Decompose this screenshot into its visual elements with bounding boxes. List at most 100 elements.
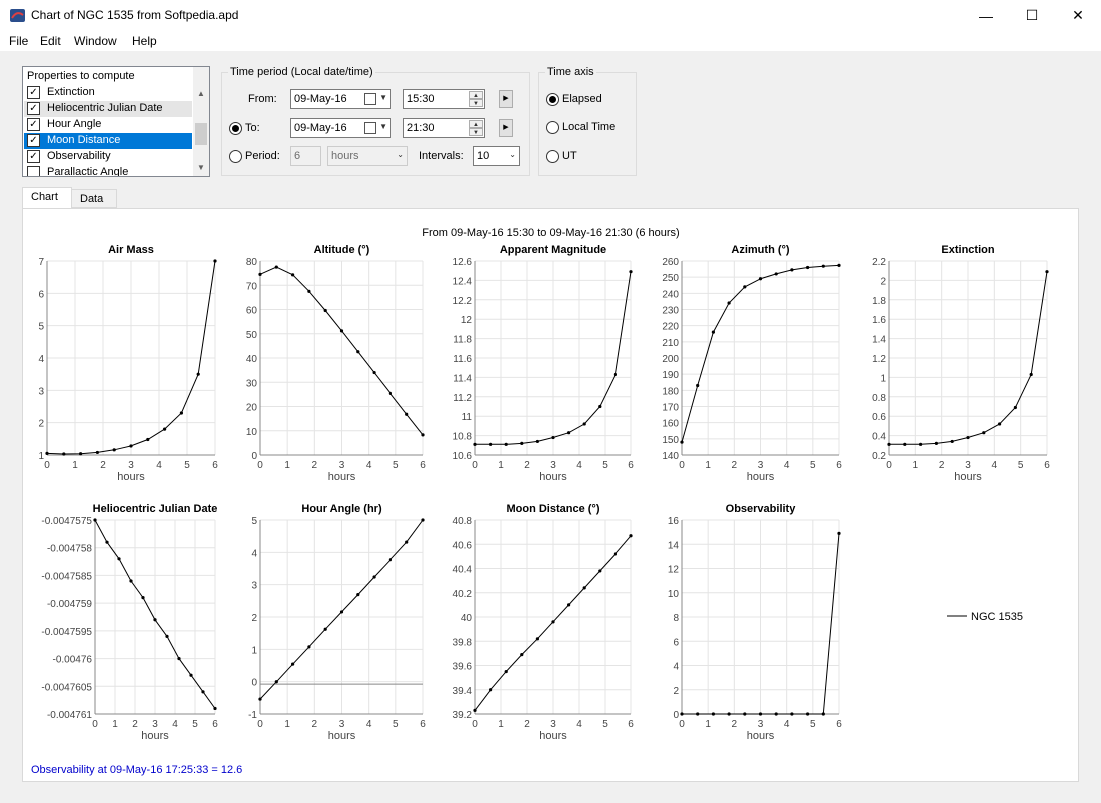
time-spinner-arrows[interactable]: ▲ ▼ — [469, 91, 483, 107]
data-point — [520, 652, 524, 657]
property-checkbox[interactable]: ✓ — [27, 150, 40, 163]
x-tick-label: 2 — [312, 719, 318, 730]
ut-radio[interactable] — [546, 150, 559, 163]
tab-chart[interactable]: Chart — [22, 187, 72, 208]
x-tick-label: 3 — [758, 460, 764, 471]
chart-title: Hour Angle (hr) — [301, 503, 382, 515]
y-tick-label: 7 — [38, 257, 44, 268]
from-label: From: — [248, 93, 277, 105]
x-axis-label: hours — [747, 730, 775, 742]
property-checkbox[interactable]: ✓ — [27, 118, 40, 131]
from-next-button[interactable]: ▶ — [499, 90, 513, 108]
to-radio[interactable] — [229, 122, 242, 135]
data-point — [372, 575, 376, 579]
period-unit-select[interactable]: hours ⌄ — [327, 146, 408, 166]
data-point — [582, 586, 586, 590]
y-tick-label: 0 — [673, 710, 679, 721]
period-value-input[interactable]: 6 — [290, 146, 321, 166]
data-point — [339, 610, 344, 614]
scroll-thumb[interactable] — [195, 123, 207, 145]
menu-window[interactable]: Window — [74, 34, 117, 48]
tab-data[interactable]: Data — [71, 189, 117, 208]
chart-title: Air Mass — [108, 244, 154, 256]
menu-help[interactable]: Help — [132, 34, 157, 48]
y-tick-label: -0.0047585 — [41, 571, 92, 582]
menu-edit[interactable]: Edit — [40, 34, 61, 48]
x-tick-label: 0 — [472, 460, 478, 471]
y-tick-label: 1 — [251, 645, 257, 656]
maximize-icon: ☐ — [1025, 7, 1039, 23]
x-tick-label: 4 — [784, 719, 790, 730]
to-date-picker[interactable]: 09-May-16 ▼ — [290, 118, 391, 138]
data-point — [504, 669, 508, 674]
data-point — [774, 712, 778, 716]
y-tick-label: 60 — [246, 306, 258, 317]
property-item-hour-angle[interactable]: ✓ Hour Angle — [24, 117, 192, 133]
x-tick-label: 6 — [628, 460, 634, 471]
from-time-spinner[interactable]: 15:30 ▲ ▼ — [403, 89, 485, 109]
scroll-up-icon[interactable]: ▲ — [193, 86, 209, 102]
data-point — [821, 264, 825, 268]
data-point — [520, 441, 524, 445]
intervals-select[interactable]: 10 ⌄ — [473, 146, 520, 166]
x-axis-label: hours — [747, 471, 775, 483]
minimize-button[interactable]: — — [963, 0, 1009, 31]
y-tick-label: 12 — [461, 315, 473, 326]
property-item-moon-distance[interactable]: ✓ Moon Distance — [24, 133, 192, 149]
x-tick-label: 2 — [732, 460, 738, 471]
property-checkbox[interactable]: ✓ — [27, 134, 40, 147]
x-tick-label: 0 — [679, 719, 685, 730]
x-tick-label: 2 — [939, 460, 945, 471]
x-tick-label: 0 — [679, 460, 685, 471]
property-item-heliocentric-julian-date[interactable]: ✓ Heliocentric Julian Date — [24, 101, 192, 117]
data-point — [806, 712, 810, 716]
property-label: Hour Angle — [47, 118, 102, 130]
data-point — [743, 712, 747, 716]
y-tick-label: 1.4 — [872, 335, 886, 346]
y-tick-label: -1 — [248, 710, 257, 721]
y-tick-label: 11.2 — [453, 393, 472, 404]
chart-range-header: From 09-May-16 15:30 to 09-May-16 21:30 … — [422, 227, 679, 239]
from-date-picker[interactable]: 09-May-16 ▼ — [290, 89, 391, 109]
property-item-observability[interactable]: ✓ Observability — [24, 149, 192, 165]
property-item-parallactic-angle[interactable]: Parallactic Angle — [24, 165, 192, 176]
y-tick-label: 12 — [668, 565, 680, 576]
property-checkbox[interactable]: ✓ — [27, 86, 40, 99]
maximize-button[interactable]: ☐ — [1009, 0, 1055, 31]
to-time-spinner[interactable]: 21:30 ▲ ▼ — [403, 118, 485, 138]
x-tick-label: 2 — [524, 460, 530, 471]
properties-scrollbar[interactable]: ▲ ▼ — [193, 67, 209, 176]
property-checkbox[interactable] — [27, 166, 40, 176]
data-point — [201, 690, 205, 694]
properties-list[interactable]: Properties to compute ✓ Extinction ✓ Hel… — [22, 66, 210, 177]
x-tick-label: 3 — [550, 460, 556, 471]
property-checkbox[interactable]: ✓ — [27, 102, 40, 115]
data-point — [837, 263, 841, 267]
intervals-value: 10 — [477, 150, 490, 162]
y-tick-label: 40.2 — [453, 589, 473, 600]
property-item-extinction[interactable]: ✓ Extinction — [24, 85, 192, 101]
properties-header: Properties to compute — [27, 70, 135, 82]
menu-file[interactable]: File — [9, 34, 28, 48]
data-point — [613, 372, 618, 377]
data-point — [504, 442, 508, 446]
data-point — [323, 627, 327, 631]
x-tick-label: 6 — [1044, 460, 1050, 471]
data-point — [711, 330, 716, 334]
x-tick-label: 0 — [257, 719, 263, 730]
local-time-radio[interactable] — [546, 121, 559, 134]
scroll-down-icon[interactable]: ▼ — [193, 160, 209, 176]
close-button[interactable]: ✕ — [1055, 0, 1101, 31]
x-tick-label: 3 — [339, 719, 345, 730]
period-radio[interactable] — [229, 150, 242, 163]
data-point — [79, 452, 83, 456]
x-tick-label: 5 — [393, 719, 399, 730]
data-point — [758, 277, 763, 281]
x-tick-label: 2 — [100, 460, 106, 471]
y-tick-label: 80 — [246, 257, 258, 268]
to-next-button[interactable]: ▶ — [499, 119, 513, 137]
data-point — [489, 688, 493, 692]
data-point — [711, 712, 716, 716]
time-spinner-arrows[interactable]: ▲ ▼ — [469, 120, 483, 136]
elapsed-radio[interactable] — [546, 93, 559, 106]
